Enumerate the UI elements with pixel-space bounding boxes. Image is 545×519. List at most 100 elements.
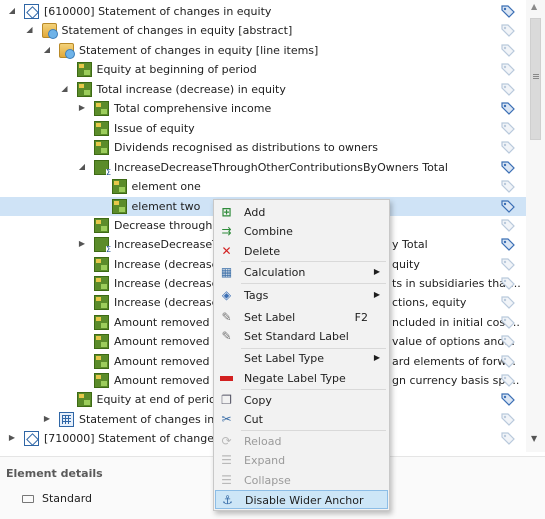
submenu-arrow-icon: ▶ — [373, 353, 380, 362]
tree-row[interactable]: ◢ [610000] Statement of changes in equity — [0, 2, 526, 21]
tag-icon[interactable] — [500, 179, 516, 193]
tag-icon[interactable] — [500, 199, 516, 213]
tree-row-label: Increase (decrease) — [114, 277, 223, 290]
tag-icon[interactable] — [500, 373, 516, 387]
tree-row-label-tail: ard elements of forw... — [392, 355, 516, 368]
cut-icon: ✂ — [221, 412, 232, 426]
menu-item-cut[interactable]: ✂ Cut — [215, 410, 388, 429]
menu-item-collapse[interactable]: ☰ Collapse — [215, 471, 388, 490]
scroll-down-arrow-icon[interactable]: ▼ — [531, 434, 537, 443]
menu-item-label: Tags — [244, 289, 269, 302]
scrollbar-thumb[interactable] — [530, 18, 541, 140]
submenu-arrow-icon: ▶ — [373, 267, 380, 276]
tag-icon[interactable] — [500, 257, 516, 271]
menu-item-delete[interactable]: ✕ Delete — [215, 242, 388, 261]
collapse-arrow-icon[interactable]: ◢ — [77, 162, 87, 172]
expand-arrow-icon[interactable]: ▶ — [77, 239, 87, 249]
collapse-arrow-icon[interactable]: ◢ — [7, 6, 17, 16]
menu-item-label: Set Label Type — [244, 352, 324, 365]
label-icon — [22, 495, 34, 503]
tree-row-label: Equity at beginning of period — [96, 63, 257, 76]
element-icon — [94, 140, 109, 155]
collapse-arrow-icon[interactable]: ◢ — [42, 45, 52, 55]
tag-icon[interactable] — [500, 276, 516, 290]
tree-row-label: Statement of changes in equity [line ite… — [79, 44, 319, 57]
combine-icon: ⇉ — [221, 224, 232, 238]
tree-row-label: Amount removed fr — [114, 316, 222, 329]
menu-item-negate-label-type[interactable]: Negate Label Type — [215, 369, 388, 388]
expand-arrow-icon[interactable]: ▶ — [7, 433, 17, 443]
tag-icon[interactable] — [500, 412, 516, 426]
menu-separator — [241, 389, 386, 390]
tag-icon[interactable] — [500, 82, 516, 96]
scroll-up-arrow-icon[interactable]: ▲ — [531, 2, 537, 11]
summation-icon — [94, 160, 111, 177]
tag-icon[interactable] — [500, 140, 516, 154]
tag-icon[interactable] — [500, 121, 516, 135]
tree-row[interactable]: ◢ IncreaseDecreaseThroughOtherContributio… — [0, 158, 526, 177]
element-icon — [94, 334, 109, 349]
menu-item-label: Add — [244, 206, 266, 219]
tag-icon[interactable] — [500, 43, 516, 57]
tag-icon[interactable] — [500, 218, 516, 232]
delete-icon: ✕ — [221, 244, 232, 258]
element-icon — [111, 199, 127, 214]
tag-icon[interactable] — [500, 23, 516, 37]
menu-item-tags[interactable]: ◈ Tags ▶ — [215, 286, 388, 305]
tag-icon[interactable] — [500, 354, 516, 368]
tree-row[interactable]: Equity at beginning of period — [0, 60, 526, 79]
expand-arrow-icon[interactable]: ▶ — [77, 103, 87, 113]
tag-icon[interactable] — [500, 431, 516, 445]
menu-item-label: Disable Wider Anchor — [245, 494, 364, 507]
tag-icon[interactable] — [500, 315, 516, 329]
tree-row-label: Total increase (decrease) in equity — [96, 83, 286, 96]
context-menu[interactable]: ⊞ Add ⇉ Combine ✕ Delete ▦ Calculation ▶ ◈ Tags ▶ ✎ S… — [213, 199, 390, 511]
tree-row[interactable]: Issue of equity — [0, 119, 526, 138]
menu-item-expand[interactable]: ☰ Expand — [215, 451, 388, 470]
tree-row-label: Decrease through c — [114, 219, 222, 232]
tree-row[interactable]: element one — [0, 177, 526, 196]
menu-item-copy[interactable]: ❐ Copy — [215, 391, 388, 410]
tree-row[interactable]: ◢ Statement of changes in equity [abstrac… — [0, 21, 526, 40]
tag-icon[interactable] — [500, 160, 516, 174]
element-icon — [94, 354, 109, 369]
menu-item-set-standard-label[interactable]: ✎ Set Standard Label — [215, 327, 388, 346]
tag-icon[interactable] — [500, 4, 516, 18]
menu-item-add[interactable]: ⊞ Add — [215, 203, 388, 222]
standard-label-text[interactable]: Standard — [42, 492, 92, 505]
anchor-icon: ⚓ — [222, 493, 233, 507]
menu-item-reload[interactable]: ⟳ Reload — [215, 432, 388, 451]
tag-icon[interactable] — [500, 392, 516, 406]
tree-row[interactable]: ▶ Total comprehensive income — [0, 99, 526, 118]
tree-row[interactable]: ◢ Statement of changes in equity [line it… — [0, 41, 526, 60]
tree-row-label-tail: ctions, equity — [392, 296, 467, 309]
menu-separator — [241, 283, 386, 284]
folder-icon — [59, 43, 75, 59]
hypercube-icon — [59, 412, 74, 427]
tag-icon[interactable] — [500, 62, 516, 76]
menu-item-label: Copy — [244, 394, 272, 407]
menu-item-calculation[interactable]: ▦ Calculation ▶ — [215, 263, 388, 282]
expand-arrow-icon[interactable]: ▶ — [42, 414, 52, 424]
vertical-scrollbar[interactable]: ▲ ▼ — [526, 0, 545, 452]
tag-icon[interactable] — [500, 334, 516, 348]
tree-row-label: IncreaseDecreaseTh — [114, 238, 226, 251]
menu-item-label: Reload — [244, 435, 282, 448]
tree-row-label: Increase (decrease) — [114, 296, 223, 309]
menu-item-set-label-type[interactable]: Set Label Type ▶ — [215, 349, 388, 368]
tree-row[interactable]: Dividends recognised as distributions to… — [0, 138, 526, 157]
element-icon — [94, 101, 109, 116]
tree-row[interactable]: ◢ Total increase (decrease) in equity — [0, 80, 526, 99]
tree-row-label: Equity at end of period — [96, 393, 223, 406]
tree-row-label: IncreaseDecreaseThroughOtherContribution… — [114, 161, 448, 174]
tag-icon[interactable] — [500, 295, 516, 309]
tag-icon[interactable] — [500, 237, 516, 251]
collapse-arrow-icon[interactable]: ◢ — [60, 84, 70, 94]
tag-icon[interactable] — [500, 101, 516, 115]
element-icon — [94, 257, 109, 272]
collapse-arrow-icon[interactable]: ◢ — [25, 25, 35, 35]
menu-item-disable-wider-anchor[interactable]: ⚓ Disable Wider Anchor — [215, 490, 388, 509]
menu-item-combine[interactable]: ⇉ Combine — [215, 222, 388, 241]
menu-item-set-label[interactable]: ✎ Set Label F2 — [215, 308, 388, 327]
shortcut-text: F2 — [354, 311, 368, 324]
